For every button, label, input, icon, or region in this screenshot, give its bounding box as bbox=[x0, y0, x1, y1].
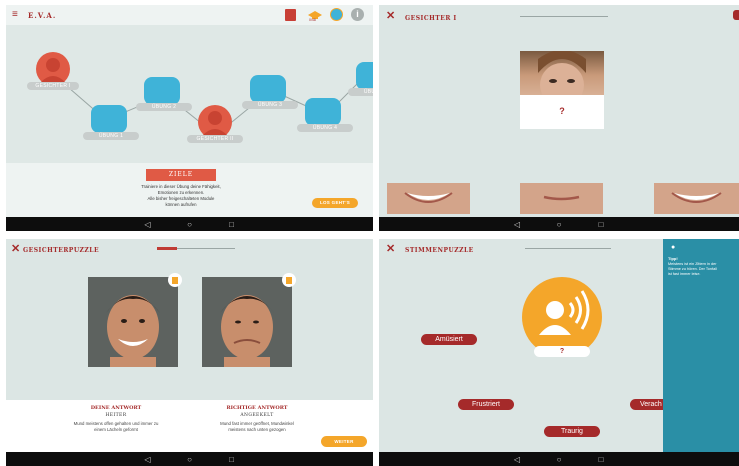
recent-apps-icon[interactable]: □ bbox=[595, 220, 607, 229]
notebook-icon[interactable] bbox=[285, 9, 296, 21]
home-icon[interactable]: ○ bbox=[184, 220, 196, 229]
android-nav-bar: ◁ ○ □ bbox=[379, 452, 739, 466]
screen-title: STIMMENPUZZLE bbox=[405, 247, 474, 254]
recent-apps-icon[interactable]: □ bbox=[226, 220, 238, 229]
progress-badge: 0/48 bbox=[309, 18, 316, 22]
home-icon[interactable]: ○ bbox=[553, 455, 565, 464]
ziele-line: können aufrufen bbox=[165, 202, 197, 207]
speaking-person-icon bbox=[539, 290, 590, 335]
speaker-circle[interactable] bbox=[522, 277, 602, 357]
node-uebung-1[interactable]: ÜBUNG 1 bbox=[83, 101, 139, 141]
correct-answer-value: ANGEEKELT bbox=[240, 413, 274, 418]
correct-answer-desc: Mund fast immer geöffnet, Mundwinkel mei… bbox=[197, 421, 317, 433]
face-happy-image bbox=[88, 277, 178, 367]
close-icon[interactable]: ✕ bbox=[386, 244, 395, 255]
mouth-option-1[interactable] bbox=[387, 183, 470, 214]
desc-line: einem Lächeln geformt bbox=[94, 427, 138, 432]
mouth-option-2[interactable] bbox=[520, 183, 603, 214]
app-title: E.V.A. bbox=[28, 11, 57, 20]
node-label: ÜBUNG 4 bbox=[297, 124, 353, 132]
answer-card: DEINE ANTWORT HEITER Mund meistens offen… bbox=[6, 400, 373, 452]
ziele-ribbon: ZIELE bbox=[146, 169, 216, 181]
node-label: GESICHTER II bbox=[187, 135, 243, 143]
ziele-text: Trainiere in dieser Übung deine Fähigkei… bbox=[106, 184, 256, 208]
node-uebung-5[interactable]: ÜBUNG 5 bbox=[348, 58, 373, 98]
weiter-button[interactable]: WEITER bbox=[321, 436, 367, 447]
back-icon[interactable]: ◁ bbox=[511, 220, 523, 229]
node-label: ÜBUNG 2 bbox=[136, 103, 192, 111]
home-header: ≡ E.V.A. 0/48 i bbox=[6, 5, 373, 25]
back-icon[interactable]: ◁ bbox=[142, 455, 154, 464]
progress-bar bbox=[525, 248, 611, 249]
corner-icon bbox=[733, 10, 739, 20]
tip-sidebar: ● Tipp! Meistens ist ein Zittern in der … bbox=[663, 239, 739, 452]
home-panel: ≡ E.V.A. 0/48 i GESICHTER I ÜBUNG 1 ÜBUN… bbox=[6, 5, 373, 231]
recent-apps-icon[interactable]: □ bbox=[226, 455, 238, 464]
node-label: GESICHTER I bbox=[27, 82, 79, 90]
android-nav-bar: ◁ ○ □ bbox=[6, 452, 373, 466]
back-icon[interactable]: ◁ bbox=[511, 455, 523, 464]
mouth-option-3[interactable] bbox=[654, 183, 739, 214]
puzzle-panel: ✕ GESICHTERPUZZLE DEINE ANTWORT HEITER M… bbox=[6, 239, 373, 466]
correct-answer-title: RICHTIGE ANTWORT bbox=[226, 405, 288, 411]
user-avatar[interactable] bbox=[330, 8, 343, 21]
option-frustriert[interactable]: Frustriert bbox=[458, 399, 514, 410]
graduation-cap-icon[interactable] bbox=[308, 8, 322, 19]
bookmark-icon[interactable] bbox=[168, 273, 182, 287]
menu-icon[interactable]: ≡ bbox=[12, 9, 18, 20]
node-label: ÜBUNG 5 bbox=[348, 88, 373, 96]
close-icon[interactable]: ✕ bbox=[386, 11, 395, 22]
screen-title: GESICHTER I bbox=[405, 15, 457, 22]
tip-line: ist fast immer leise. bbox=[668, 272, 701, 276]
face-eyes-image bbox=[520, 51, 604, 95]
your-answer-value: HEITER bbox=[105, 413, 127, 418]
screen-title: GESICHTERPUZZLE bbox=[23, 247, 100, 254]
android-nav-bar: ◁ ○ □ bbox=[6, 217, 373, 231]
gesichter-panel: ✕ GESICHTER I ? ◁ ○ □ bbox=[379, 5, 739, 231]
node-uebung-4[interactable]: ÜBUNG 4 bbox=[297, 94, 353, 134]
your-answer-title: DEINE ANTWORT bbox=[90, 405, 142, 411]
node-label: ÜBUNG 1 bbox=[83, 132, 139, 140]
back-icon[interactable]: ◁ bbox=[142, 220, 154, 229]
node-uebung-3[interactable]: ÜBUNG 3 bbox=[242, 71, 298, 111]
node-gesichter-i[interactable]: GESICHTER I bbox=[27, 52, 79, 92]
option-amuesiert[interactable]: Amüsiert bbox=[421, 334, 477, 345]
home-icon[interactable]: ○ bbox=[553, 220, 565, 229]
close-icon[interactable]: ✕ bbox=[11, 244, 20, 255]
bookmark-icon[interactable] bbox=[282, 273, 296, 287]
lightbulb-icon: ● bbox=[671, 244, 676, 251]
question-card: ? bbox=[520, 95, 604, 129]
question-mark: ? bbox=[559, 106, 565, 116]
option-traurig[interactable]: Traurig bbox=[544, 426, 600, 437]
node-uebung-2[interactable]: ÜBUNG 2 bbox=[136, 73, 192, 113]
android-nav-bar: ◁ ○ □ bbox=[379, 217, 739, 231]
answer-field: ? bbox=[534, 346, 590, 357]
your-answer-desc: Mund meistens offen gehalten und immer z… bbox=[56, 421, 176, 433]
home-icon[interactable]: ○ bbox=[184, 455, 196, 464]
face-disgust-image bbox=[202, 277, 292, 367]
progress-bar bbox=[157, 247, 235, 250]
tip-title: Tipp! bbox=[668, 256, 678, 261]
node-gesichter-ii[interactable]: GESICHTER II bbox=[187, 105, 243, 145]
desc-line: meistens nach unten gezogen bbox=[228, 427, 286, 432]
recent-apps-icon[interactable]: □ bbox=[595, 455, 607, 464]
ziele-card: ZIELE Trainiere in dieser Übung deine Fä… bbox=[6, 163, 373, 217]
node-label: ÜBUNG 3 bbox=[242, 101, 298, 109]
stimmen-panel: ✕ STIMMENPUZZLE ? Amüsiert Frustriert Tr… bbox=[379, 239, 739, 466]
los-gehts-button[interactable]: LOS GEHT'S bbox=[312, 198, 358, 208]
info-icon[interactable]: i bbox=[351, 8, 364, 21]
progress-bar bbox=[520, 16, 608, 17]
tip-text: Meistens ist ein Zittern in der Stimme z… bbox=[668, 262, 738, 277]
